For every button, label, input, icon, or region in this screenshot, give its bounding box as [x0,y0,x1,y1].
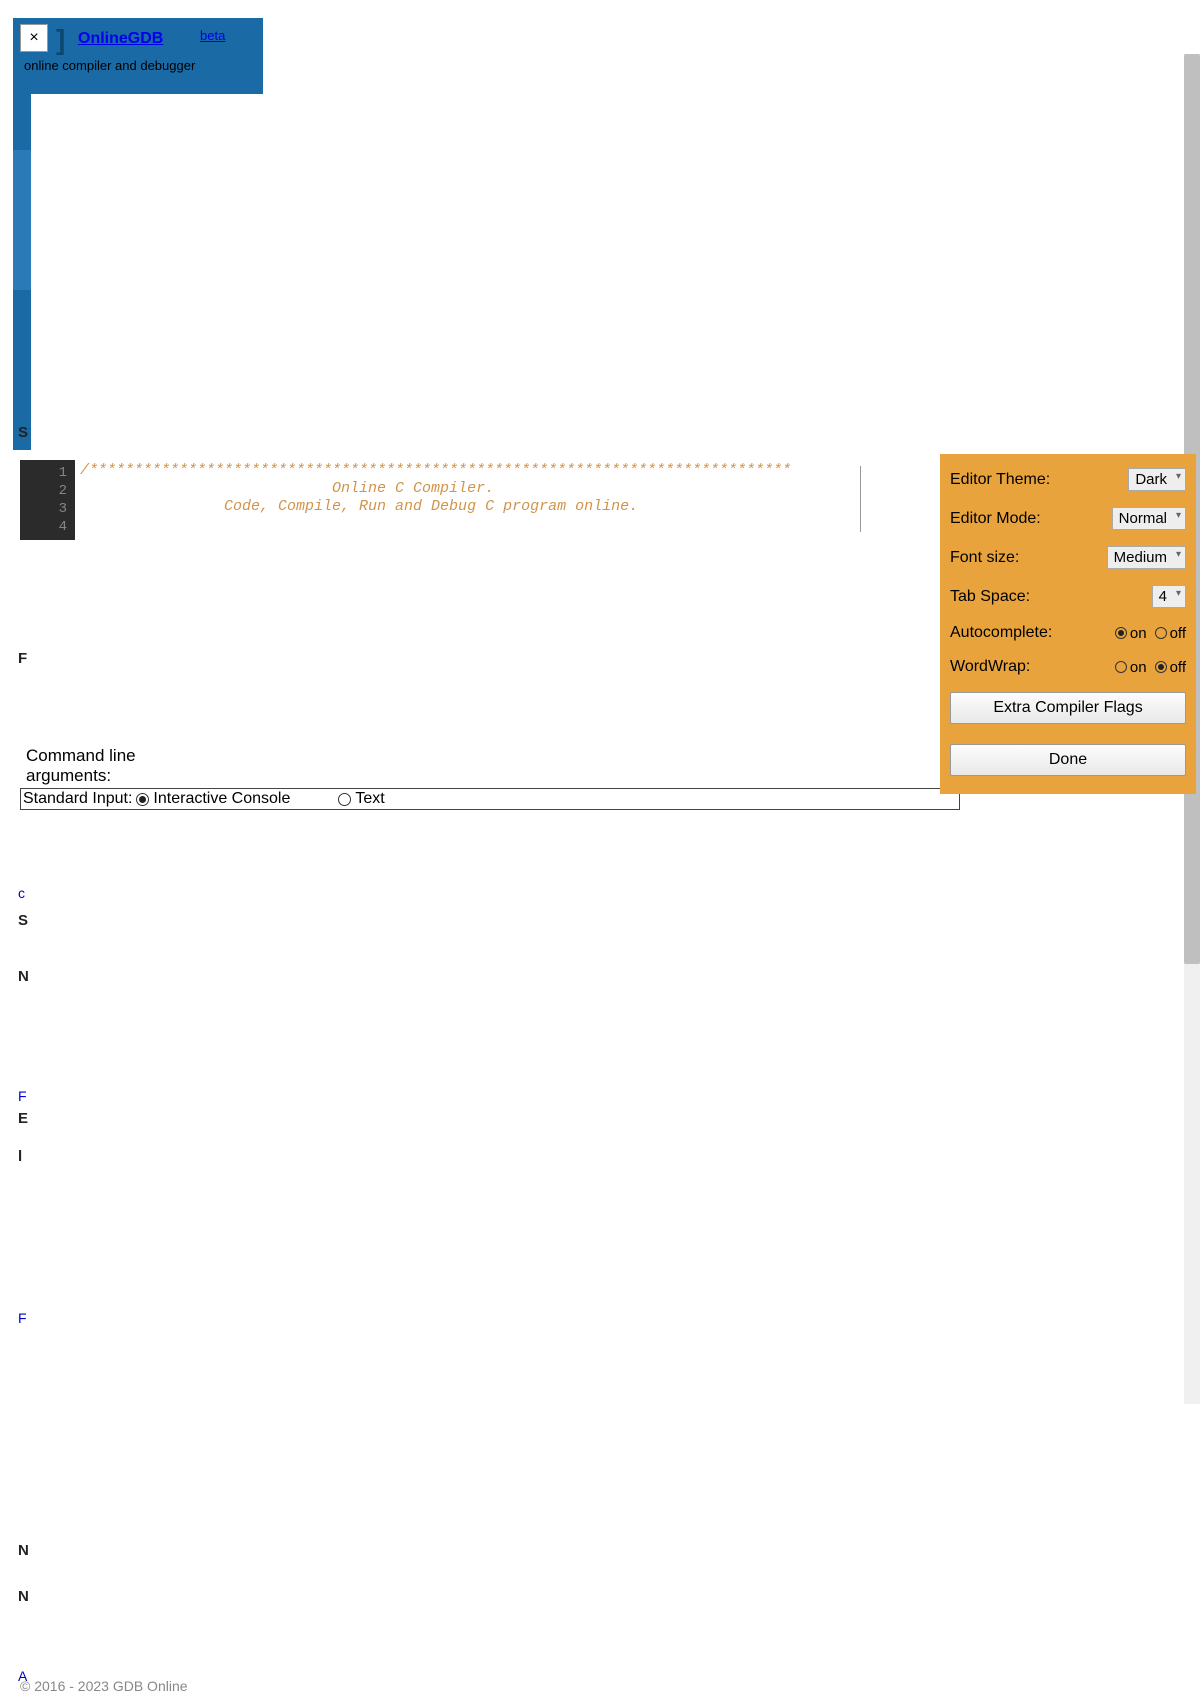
theme-select[interactable]: Dark [1128,468,1186,491]
faint-s: S [18,424,28,441]
done-button[interactable]: Done [950,744,1186,776]
off-label: off [1170,659,1186,676]
text-fragment: l [18,1148,22,1165]
on-label: on [1130,625,1147,642]
text-fragment: N [18,968,29,985]
autocomplete-on-radio[interactable] [1115,627,1127,639]
stdin-row: Standard Input: Interactive Console Text [20,788,960,810]
editor-ruler [860,466,861,532]
tagline-text: online compiler and debugger [24,58,195,73]
tab-label: Tab Space: [950,588,1030,606]
text-fragment: E [18,1110,28,1127]
wordwrap-on-radio[interactable] [1115,661,1127,673]
link-fragment[interactable]: c [18,885,25,901]
autocomplete-off-radio[interactable] [1155,627,1167,639]
cmdline-label: Command line arguments: [26,746,136,786]
close-button[interactable]: × [20,24,48,52]
editor-gutter: 1 2 3 4 [20,460,75,540]
stdin-text-radio[interactable] [338,793,351,806]
code-line: Code, Compile, Run and Debug C program o… [80,498,638,515]
link-fragment[interactable]: F [18,1310,27,1326]
theme-label: Editor Theme: [950,471,1050,489]
wordwrap-label: WordWrap: [950,658,1030,676]
code-line: Online C Compiler. [80,480,494,497]
code-line: /***************************************… [80,462,791,479]
line-number: 2 [24,482,67,500]
settings-panel: Editor Theme: Dark Editor Mode: Normal F… [940,454,1196,794]
beta-link[interactable]: beta [200,28,225,43]
line-number: 3 [24,500,67,518]
text-fragment: N [18,1542,29,1559]
brand-link[interactable]: OnlineGDB [78,30,163,48]
mode-label: Editor Mode: [950,510,1041,528]
text-fragment: S [18,912,28,929]
stdin-interactive-label: Interactive Console [153,790,290,808]
off-label: off [1170,625,1186,642]
mode-select[interactable]: Normal [1112,507,1186,530]
logo-bracket-icon: ] [56,24,65,56]
on-label: on [1130,659,1147,676]
tab-select[interactable]: 4 [1152,585,1186,608]
faint-f: F [18,650,27,667]
extra-flags-button[interactable]: Extra Compiler Flags [950,692,1186,724]
stdin-text-label: Text [355,790,384,808]
autocomplete-label: Autocomplete: [950,624,1052,642]
font-label: Font size: [950,549,1019,567]
font-select[interactable]: Medium [1107,546,1186,569]
footer-copyright: © 2016 - 2023 GDB Online [20,1678,188,1694]
text-fragment: N [18,1588,29,1605]
line-number: 1 [24,464,67,482]
code-editor[interactable]: /***************************************… [80,462,791,516]
stdin-interactive-radio[interactable] [136,793,149,806]
line-number: 4 [24,518,67,536]
link-fragment[interactable]: F [18,1088,27,1104]
wordwrap-off-radio[interactable] [1155,661,1167,673]
stdin-label: Standard Input: [23,790,132,808]
sidebar-stripe [13,50,31,450]
